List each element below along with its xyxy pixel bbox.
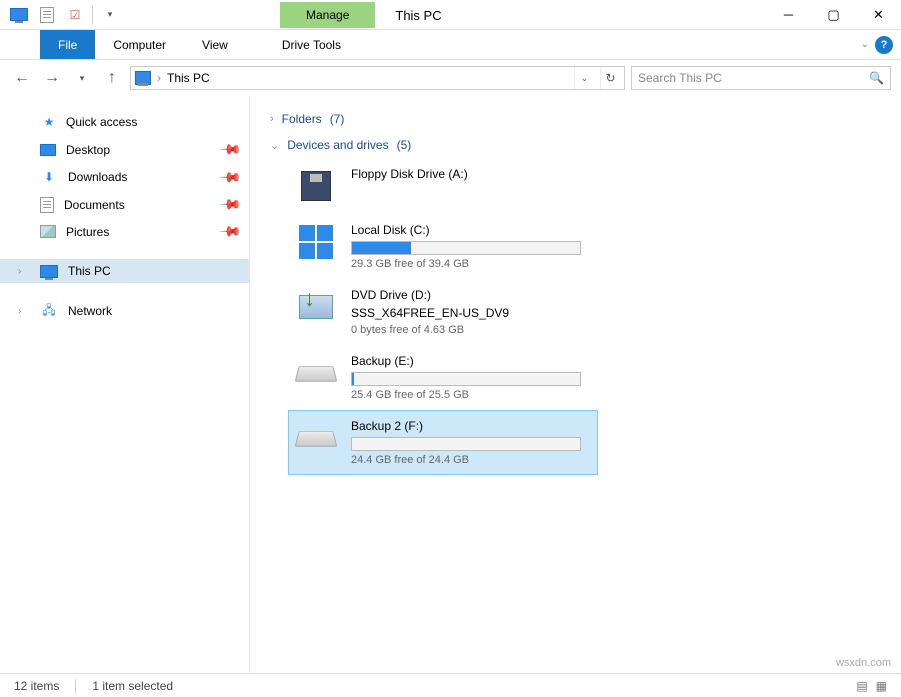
close-button[interactable]: ✕ [856,0,901,30]
chevron-right-icon: › [270,113,274,125]
floppy-drive-icon [295,167,337,205]
pin-icon: 📌 [218,165,242,189]
drive-item[interactable]: Backup 2 (F:) 24.4 GB free of 24.4 GB [288,410,598,475]
sidebar-item-desktop[interactable]: Desktop 📌 [0,136,249,163]
hdd-drive-icon [295,419,337,457]
capacity-bar [351,437,581,451]
qat-dropdown-icon[interactable]: ▾ [99,4,121,26]
up-button[interactable]: ↑ [100,66,124,90]
sidebar-item-label: This PC [68,264,111,278]
capacity-bar [351,372,581,386]
status-bar: 12 items 1 item selected ▤ ▦ [0,673,901,697]
sidebar-item-label: Downloads [68,170,127,184]
drives-list: Floppy Disk Drive (A:) Local Disk (C:) 29.… [288,158,881,475]
refresh-button[interactable]: ↻ [600,67,620,89]
status-item-count: 12 items [14,679,59,693]
address-dropdown-icon[interactable]: ⌄ [574,67,594,89]
quick-access-toolbar: ☑ ▾ [0,4,129,26]
group-drives[interactable]: ⌄ Devices and drives (5) [270,132,881,158]
sidebar-item-documents[interactable]: Documents 📌 [0,191,249,218]
view-tiles-icon[interactable]: ▦ [876,679,887,693]
status-selected-count: 1 item selected [92,679,173,693]
ribbon-tabs: File Computer View Drive Tools ⌄ ? [0,30,901,60]
context-tab-manage[interactable]: Manage [280,2,375,28]
recent-dropdown[interactable]: ▾ [70,66,94,90]
drive-sublabel: SSS_X64FREE_EN-US_DV9 [351,306,591,320]
chevron-right-icon: › [18,266,21,277]
pc-icon [135,71,151,85]
back-button[interactable]: ← [10,66,34,90]
content-area: ★ Quick access Desktop 📌 ⬇ Downloads 📌 D… [0,96,901,673]
forward-button[interactable]: → [40,66,64,90]
sidebar-quick-access[interactable]: ★ Quick access [0,108,249,136]
hdd-drive-icon [295,354,337,392]
drive-free-text: 0 bytes free of 4.63 GB [351,324,591,336]
doc-icon[interactable] [36,4,58,26]
sidebar-item-label: Desktop [66,143,110,157]
group-folders[interactable]: › Folders (7) [270,106,881,132]
pin-icon: 📌 [218,192,242,216]
check-icon[interactable]: ☑ [64,4,86,26]
drive-free-text: 24.4 GB free of 24.4 GB [351,454,591,466]
pin-icon: 📌 [218,137,242,161]
status-separator [75,679,76,693]
pc-icon [8,4,30,26]
sidebar-item-label: Network [68,304,112,318]
sidebar-item-this-pc[interactable]: › This PC [0,259,249,283]
desktop-icon [40,144,56,156]
drive-label: DVD Drive (D:) [351,288,591,302]
search-input[interactable]: Search This PC 🔍 [631,66,891,90]
sidebar-item-label: Documents [64,198,125,212]
drive-item[interactable]: Local Disk (C:) 29.3 GB free of 39.4 GB [288,214,598,279]
breadcrumb[interactable]: This PC [167,71,210,85]
win-drive-icon [295,223,337,261]
search-icon: 🔍 [869,71,884,85]
documents-icon [40,197,54,213]
maximize-button[interactable]: ▢ [811,0,856,30]
capacity-bar [351,241,581,255]
drive-label: Floppy Disk Drive (A:) [351,167,591,181]
main-pane: › Folders (7) ⌄ Devices and drives (5) F… [250,96,901,673]
nav-row: ← → ▾ ↑ › This PC ⌄ ↻ Search This PC 🔍 [0,60,901,96]
drive-label: Backup (E:) [351,354,591,368]
sidebar-item-pictures[interactable]: Pictures 📌 [0,218,249,245]
dvd-drive-icon [295,288,337,326]
drive-free-text: 29.3 GB free of 39.4 GB [351,258,591,270]
window-controls: ─ ▢ ✕ [766,0,901,30]
network-icon: 🖧 [40,302,58,320]
tab-drive-tools[interactable]: Drive Tools [264,30,359,59]
drive-item[interactable]: DVD Drive (D:) SSS_X64FREE_EN-US_DV9 0 byt… [288,279,598,345]
drive-free-text: 25.4 GB free of 25.5 GB [351,389,591,401]
pc-icon [40,265,58,278]
pictures-icon [40,225,56,238]
view-details-icon[interactable]: ▤ [856,679,867,693]
tab-computer[interactable]: Computer [95,30,184,59]
address-bar[interactable]: › This PC ⌄ ↻ [130,66,625,90]
tab-file[interactable]: File [40,30,95,59]
sidebar: ★ Quick access Desktop 📌 ⬇ Downloads 📌 D… [0,96,250,673]
drive-label: Backup 2 (F:) [351,419,591,433]
ribbon-expand-icon[interactable]: ⌄ [861,39,869,50]
qat-separator [92,6,93,24]
breadcrumb-sep-icon: › [157,71,161,85]
help-icon[interactable]: ? [875,36,893,54]
star-icon: ★ [40,113,58,131]
downloads-icon: ⬇ [40,168,58,186]
minimize-button[interactable]: ─ [766,0,811,30]
chevron-down-icon: ⌄ [270,139,279,152]
sidebar-item-network[interactable]: › 🖧 Network [0,297,249,325]
chevron-right-icon: › [18,306,21,317]
window-title: This PC [375,8,461,23]
sidebar-item-downloads[interactable]: ⬇ Downloads 📌 [0,163,249,191]
drive-item[interactable]: Backup (E:) 25.4 GB free of 25.5 GB [288,345,598,410]
drive-label: Local Disk (C:) [351,223,591,237]
watermark: wsxdn.com [836,657,891,669]
drive-item[interactable]: Floppy Disk Drive (A:) [288,158,598,214]
tab-view[interactable]: View [184,30,246,59]
sidebar-item-label: Pictures [66,225,109,239]
search-placeholder: Search This PC [638,71,722,85]
pin-icon: 📌 [218,219,242,243]
